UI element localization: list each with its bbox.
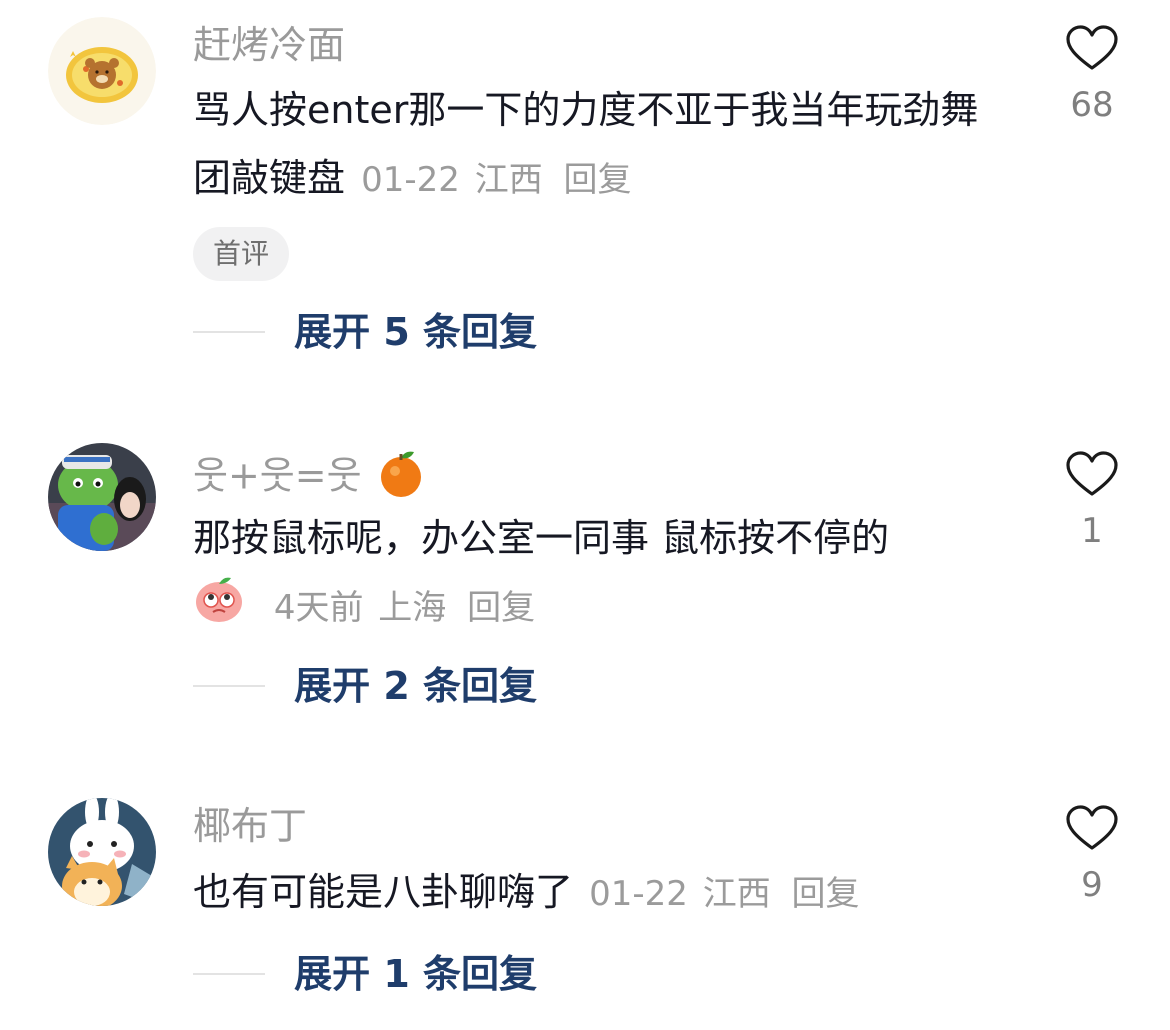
like-count: 1 — [1081, 511, 1103, 551]
comment-date: 01-22 — [361, 160, 460, 200]
first-comment-badge: 首评 — [193, 227, 290, 281]
expand-replies-button[interactable]: 展开 5 条回复 — [193, 307, 537, 357]
heart-icon — [1066, 805, 1118, 850]
comment-body: 那按鼠标呢，办公室一同事 鼠标按不停的 — [193, 516, 890, 560]
avatar[interactable] — [48, 443, 156, 551]
divider — [193, 973, 265, 975]
like-button[interactable]: 68 — [1052, 25, 1132, 125]
reply-button[interactable]: 回复 — [564, 160, 632, 200]
green-mascot-photo-avatar-icon — [48, 443, 156, 551]
comment-text: 骂人按enter那一下的力度不亚于我当年玩劲舞团敲键盘 01-22 江西 回复 — [193, 76, 1013, 214]
username[interactable]: 椰布丁 — [193, 803, 307, 849]
comment-location: 江西 — [474, 160, 543, 200]
username-text: 웃+웃=웃 — [193, 453, 362, 498]
heart-icon — [1066, 451, 1118, 496]
expand-replies-label: 展开 2 条回复 — [294, 664, 537, 708]
avatar[interactable] — [48, 17, 156, 125]
like-count: 9 — [1081, 865, 1103, 905]
divider — [193, 331, 265, 333]
bunny-and-puppy-avatar-icon — [48, 798, 156, 906]
expand-replies-button[interactable]: 展开 1 条回复 — [193, 949, 537, 999]
comment-meta: 01-22 江西 回复 — [357, 160, 631, 200]
expand-replies-button[interactable]: 展开 2 条回复 — [193, 661, 537, 711]
username[interactable]: 赶烤冷面 — [193, 22, 345, 68]
peach-rolling-eyes-icon — [193, 572, 245, 645]
divider — [193, 685, 265, 687]
username[interactable]: 웃+웃=웃 — [193, 448, 424, 508]
reply-button[interactable]: 回复 — [467, 588, 535, 628]
comment-body: 也有可能是八卦聊嗨了 — [193, 870, 574, 914]
comment-date: 01-22 — [589, 874, 688, 914]
avatar[interactable] — [48, 798, 156, 906]
comment-location: 江西 — [702, 874, 771, 914]
comment-text: 那按鼠标呢，办公室一同事 鼠标按不停的 4天前 上海 回复 — [193, 504, 1013, 645]
like-count: 68 — [1070, 85, 1114, 125]
bear-in-egg-avatar-icon — [48, 17, 156, 125]
comment-text: 也有可能是八卦聊嗨了 01-22 江西 回复 — [193, 858, 1013, 928]
comment-location: 上海 — [378, 588, 447, 628]
like-button[interactable]: 1 — [1052, 451, 1132, 551]
comment-meta: 01-22 江西 回复 — [585, 874, 859, 914]
comment-date: 4天前 — [273, 588, 364, 628]
reply-button[interactable]: 回复 — [792, 874, 860, 914]
heart-icon — [1066, 25, 1118, 70]
comment-meta: 4天前 上海 回复 — [259, 588, 535, 628]
expand-replies-label: 展开 1 条回复 — [294, 952, 537, 996]
tangerine-icon — [378, 448, 424, 508]
expand-replies-label: 展开 5 条回复 — [294, 310, 537, 354]
like-button[interactable]: 9 — [1052, 805, 1132, 905]
